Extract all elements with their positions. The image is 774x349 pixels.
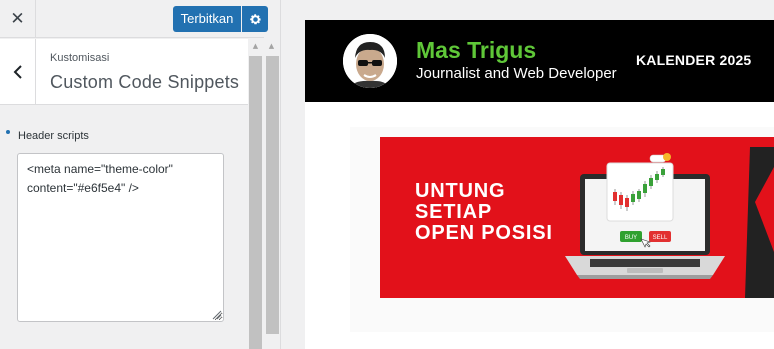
resize-handle-icon[interactable] <box>212 310 222 320</box>
laptop-chart-illustration: BUY SELL <box>565 147 774 298</box>
banner-line: SETIAP <box>415 201 493 223</box>
scrollbar-thumb[interactable] <box>266 56 279 334</box>
site-page: Mas Trigus Journalist and Web Developer … <box>305 20 774 349</box>
header-scripts-textarea[interactable]: <meta name="theme-color" content="#e6f5e… <box>17 153 224 322</box>
banner-line: OPEN POSISI <box>415 222 553 244</box>
site-preview: Mas Trigus Journalist and Web Developer … <box>281 0 774 349</box>
publish-settings-button[interactable] <box>242 6 268 32</box>
banner-line: UNTUNG <box>415 180 506 202</box>
breadcrumb: Kustomisasi <box>50 52 110 64</box>
back-button[interactable] <box>0 39 36 105</box>
publish-button[interactable]: Terbitkan <box>173 6 241 32</box>
site-title[interactable]: Mas Trigus <box>416 37 536 64</box>
sidebar-scrollbar[interactable]: ▲ <box>249 39 262 349</box>
customizer-sidebar: ✕ Terbitkan Kustomisasi Custom Code Snip… <box>0 0 268 349</box>
control-bullet <box>6 130 10 134</box>
close-icon[interactable]: ✕ <box>0 0 36 38</box>
site-tagline: Journalist and Web Developer <box>416 65 617 82</box>
nav-item-kalender[interactable]: KALENDER 2025 <box>636 52 751 68</box>
chevron-left-icon <box>13 65 22 79</box>
section-header: Kustomisasi Custom Code Snippets <box>0 39 248 105</box>
promo-banner[interactable]: UNTUNG SETIAP OPEN POSISI BUY SELL <box>380 137 774 298</box>
scroll-up-icon[interactable]: ▲ <box>264 41 279 51</box>
section-title: Custom Code Snippets <box>50 72 240 92</box>
buy-label: BUY <box>625 235 637 241</box>
scroll-up-icon[interactable]: ▲ <box>249 41 262 51</box>
avatar-image <box>343 34 397 88</box>
banner-headline: UNTUNG SETIAP OPEN POSISI <box>415 181 553 244</box>
avatar[interactable] <box>343 34 397 88</box>
header-scripts-label: Header scripts <box>18 130 89 142</box>
gear-icon <box>249 13 261 24</box>
customizer-topbar: ✕ Terbitkan <box>0 0 268 38</box>
scrollbar-thumb[interactable] <box>249 56 262 349</box>
site-header: Mas Trigus Journalist and Web Developer … <box>305 20 774 102</box>
customizer-screen: ✕ Terbitkan Kustomisasi Custom Code Snip… <box>0 0 774 349</box>
panel-scrollbar[interactable]: ▲ <box>264 39 279 349</box>
sell-label: SELL <box>653 235 668 241</box>
banner-container: UNTUNG SETIAP OPEN POSISI BUY SELL <box>350 127 774 332</box>
